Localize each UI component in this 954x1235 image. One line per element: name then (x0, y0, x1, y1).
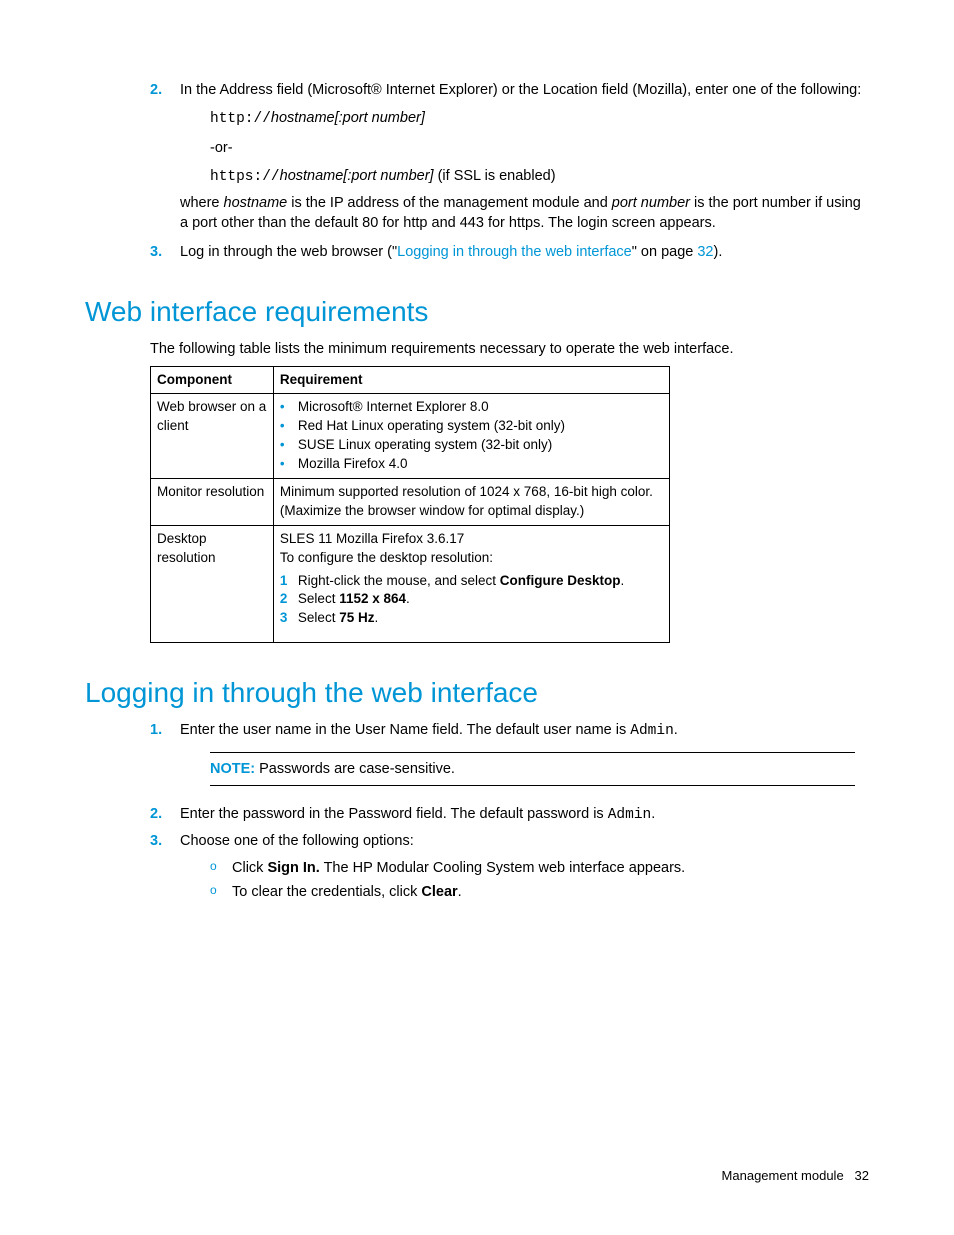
step-2-number: 2. (150, 80, 180, 100)
http-url: http://hostname[:port number] (210, 108, 869, 129)
where-mid: is the IP address of the management modu… (287, 195, 612, 211)
desktop-line1: SLES 11 Mozilla Firefox 3.6.17 (280, 530, 663, 549)
page-footer: Management module 32 (722, 1167, 869, 1185)
note-block: NOTE: Passwords are case-sensitive. (210, 752, 855, 786)
option-clear: o To clear the credentials, click Clear. (210, 882, 869, 902)
http-host: hostname[:port number] (271, 110, 425, 126)
circle-bullet-icon: o (210, 858, 232, 878)
step-3: 3. Log in through the web browser ("Logg… (85, 242, 869, 262)
step-3-page[interactable]: 32 (697, 244, 713, 260)
heading-logging-in: Logging in through the web interface (85, 673, 869, 712)
login-step-1-number: 1. (150, 720, 180, 741)
where-pre: where (180, 195, 224, 211)
https-url: https://hostname[:port number] (if SSL i… (210, 166, 869, 187)
desktop-step-3: 3Select 75 Hz. (280, 609, 663, 628)
th-component: Component (151, 366, 274, 394)
or-separator: -or- (210, 138, 869, 158)
th-requirement: Requirement (273, 366, 669, 394)
step-3-post: ). (714, 244, 723, 260)
step-3-mid: " on page (632, 244, 698, 260)
where-hostname: hostname (224, 195, 288, 211)
https-tail: (if SSL is enabled) (434, 168, 556, 184)
cell-monitor-req: Minimum supported resolution of 1024 x 7… (273, 479, 669, 526)
desktop-step-2: 2Select 1152 x 864. (280, 590, 663, 609)
step-2: 2. In the Address field (Microsoft® Inte… (85, 80, 869, 100)
note-text: Passwords are case-sensitive. (255, 761, 455, 777)
requirements-intro: The following table lists the minimum re… (150, 339, 869, 359)
where-portnum: port number (612, 195, 690, 211)
https-scheme: https:// (210, 169, 280, 185)
browser-item-1: Red Hat Linux operating system (32-bit o… (280, 417, 663, 436)
login-step-3-number: 3. (150, 831, 180, 851)
browser-item-0: Microsoft® Internet Explorer 8.0 (280, 398, 663, 417)
cell-monitor-label: Monitor resolution (151, 479, 274, 526)
browser-item-2: SUSE Linux operating system (32-bit only… (280, 436, 663, 455)
login-step-1-body: Enter the user name in the User Name fie… (180, 720, 869, 741)
cell-desktop-label: Desktop resolution (151, 525, 274, 642)
option-sign-in: o Click Sign In. The HP Modular Cooling … (210, 858, 869, 878)
cell-desktop-req: SLES 11 Mozilla Firefox 3.6.17 To config… (273, 525, 669, 642)
step-2-text: In the Address field (Microsoft® Interne… (180, 80, 869, 100)
heading-web-interface-requirements: Web interface requirements (85, 292, 869, 331)
where-paragraph: where hostname is the IP address of the … (180, 193, 869, 234)
login-step-2: 2. Enter the password in the Password fi… (85, 804, 869, 825)
cell-browser-label: Web browser on a client (151, 394, 274, 479)
login-step-2-body: Enter the password in the Password field… (180, 804, 869, 825)
http-scheme: http:// (210, 111, 271, 127)
cell-browser-req: Microsoft® Internet Explorer 8.0 Red Hat… (273, 394, 669, 479)
login-step-1: 1. Enter the user name in the User Name … (85, 720, 869, 741)
desktop-step-1: 1Right-click the mouse, and select Confi… (280, 572, 663, 591)
footer-label: Management module (722, 1168, 844, 1183)
requirements-table: Component Requirement Web browser on a c… (150, 366, 670, 644)
footer-page: 32 (855, 1168, 869, 1183)
note-label: NOTE: (210, 761, 255, 777)
https-host: hostname[:port number] (280, 168, 434, 184)
browser-item-3: Mozilla Firefox 4.0 (280, 455, 663, 474)
step-3-pre: Log in through the web browser (" (180, 244, 397, 260)
desktop-line2: To configure the desktop resolution: (280, 549, 663, 568)
circle-bullet-icon: o (210, 882, 232, 902)
step-3-body: Log in through the web browser ("Logging… (180, 242, 869, 262)
login-step-2-number: 2. (150, 804, 180, 825)
step-3-number: 3. (150, 242, 180, 262)
login-step-3-body: Choose one of the following options: (180, 831, 869, 851)
login-step-3: 3. Choose one of the following options: (85, 831, 869, 851)
step-3-link[interactable]: Logging in through the web interface (397, 244, 632, 260)
